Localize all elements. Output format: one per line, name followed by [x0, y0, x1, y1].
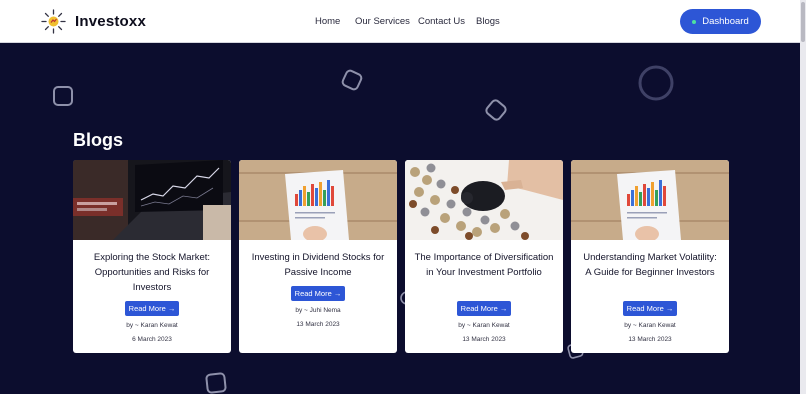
read-more-button[interactable]: Read More → — [623, 301, 677, 316]
blog-card-author: by ~ Juhi Nema — [295, 307, 341, 314]
blog-card-title[interactable]: The Importance of Diversification in You… — [413, 250, 555, 280]
dashboard-button[interactable]: Dashboard — [680, 9, 761, 34]
brand[interactable]: Investoxx — [40, 8, 146, 35]
brand-logo-icon — [41, 9, 66, 34]
read-more-button[interactable]: Read More → — [457, 301, 511, 316]
blog-card-title[interactable]: Investing in Dividend Stocks for Passive… — [247, 250, 389, 280]
dashboard-button-label: Dashboard — [702, 16, 749, 27]
blog-card[interactable]: Exploring the Stock Market: Opportunitie… — [73, 160, 231, 353]
nav-blogs[interactable]: Blogs — [476, 16, 500, 27]
paper-bar-chart-image — [239, 160, 397, 240]
deco-square-icon — [53, 86, 73, 106]
blog-card-title[interactable]: Understanding Market Volatility: A Guide… — [579, 250, 721, 280]
deco-square-icon — [485, 99, 507, 121]
nav-our-services[interactable]: Our Services — [355, 16, 410, 27]
blog-card-author: by ~ Karan Kewat — [458, 322, 510, 329]
deco-square-icon — [205, 372, 227, 394]
laptop-stock-chart-image — [73, 160, 231, 240]
deco-circle-icon — [638, 65, 674, 101]
scrollbar-track[interactable] — [800, 0, 806, 394]
deco-square-icon — [341, 69, 363, 91]
blog-card[interactable]: Understanding Market Volatility: A Guide… — [571, 160, 729, 353]
blog-card-date: 13 March 2023 — [462, 336, 506, 343]
blog-card-author: by ~ Karan Kewat — [624, 322, 676, 329]
blog-card-date: 6 March 2023 — [132, 336, 172, 343]
nav-contact-us[interactable]: Contact Us — [418, 16, 465, 27]
blog-card-title[interactable]: Exploring the Stock Market: Opportunitie… — [81, 250, 223, 295]
read-more-button[interactable]: Read More → — [291, 286, 345, 301]
brand-name: Investoxx — [75, 13, 146, 30]
status-dot-icon — [692, 19, 697, 24]
blog-card-author: by ~ Karan Kewat — [126, 322, 178, 329]
piggy-bank-coins-image — [405, 160, 563, 240]
scrollbar-thumb[interactable] — [801, 2, 805, 42]
paper-bar-chart-image — [571, 160, 729, 240]
blog-card-date: 13 March 2023 — [296, 321, 340, 328]
blog-card-date: 13 March 2023 — [628, 336, 672, 343]
nav-home[interactable]: Home — [315, 16, 340, 27]
section-title: Blogs — [73, 130, 124, 150]
read-more-button[interactable]: Read More → — [125, 301, 179, 316]
blog-card[interactable]: Investing in Dividend Stocks for Passive… — [239, 160, 397, 353]
blog-card[interactable]: The Importance of Diversification in You… — [405, 160, 563, 353]
